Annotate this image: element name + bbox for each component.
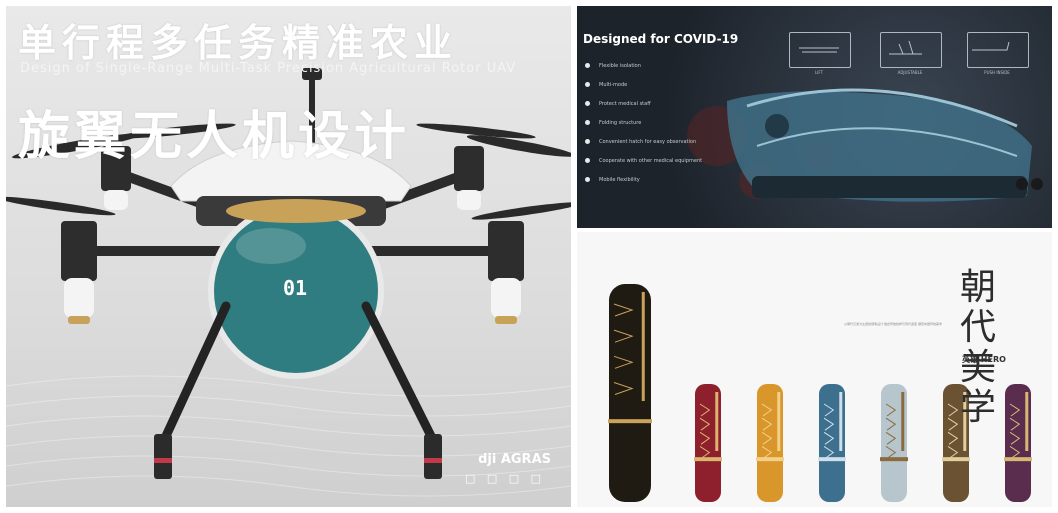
feature-item: Mobile flexibility — [585, 170, 702, 189]
pen-brand: 英雄 HERO — [962, 355, 1006, 364]
dji-logo-sub2: □ □ □ □ — [464, 472, 545, 485]
feature-item: Protect medical staff — [585, 94, 702, 113]
bullet-icon — [585, 177, 590, 182]
dji-logo-sub: AGRAS — [500, 452, 551, 467]
feature-item: Flexible isolation — [585, 56, 702, 75]
bullet-icon — [585, 63, 590, 68]
pen-3 — [756, 384, 784, 502]
feature-text: Multi-mode — [599, 81, 628, 88]
feature-item: Folding structure — [585, 113, 702, 132]
drone-design-panel: 单行程多任务精准农业 Design of Single-Range Multi-… — [6, 6, 571, 507]
feature-text: Folding structure — [599, 119, 642, 126]
pen-2 — [694, 384, 722, 502]
drone-title-line1: 单行程多任务精准农业 — [18, 20, 459, 65]
drone-title-line2: 旋翼无人机设计 — [18, 106, 411, 167]
drone-badge-number: 01 — [283, 276, 308, 300]
mode-box-lift — [789, 32, 851, 68]
mode-box-adjustable — [880, 32, 942, 68]
drone-subtitle-en: Design of Single-Range Multi-Task Precis… — [20, 61, 517, 76]
feature-item: Multi-mode — [585, 75, 702, 94]
mode-label-adjustable: ADJUSTABLE — [897, 70, 923, 75]
covid-pod-panel: Designed for COVID-19 Flexible isolation… — [577, 6, 1052, 228]
mode-label-push-inside: PUSH INSIDE — [984, 70, 1010, 75]
dji-logo-text: dji — [478, 452, 497, 467]
covid-title: Designed for COVID-19 — [583, 32, 739, 46]
feature-text: Protect medical staff — [599, 100, 651, 107]
feature-text: Flexible isolation — [599, 62, 641, 69]
feature-item: Cooperate with other medical equipment — [585, 151, 702, 170]
bullet-icon — [585, 139, 590, 144]
feature-item: Convenient hatch for easy observation — [585, 132, 702, 151]
pen-design-panel: 以朝代元素为主题的钢笔设计 融合传统纹样与现代造型 展现中国传统美学 朝代美学 … — [577, 232, 1052, 507]
bullet-icon — [585, 120, 590, 125]
pen-description: 以朝代元素为主题的钢笔设计 融合传统纹样与现代造型 展现中国传统美学 — [844, 322, 942, 326]
bullet-icon — [585, 101, 590, 106]
bullet-icon — [585, 82, 590, 87]
feature-text: Mobile flexibility — [599, 176, 640, 183]
feature-text: Cooperate with other medical equipment — [599, 157, 703, 164]
pen-title: 朝代美学 — [960, 267, 999, 428]
bullet-icon — [585, 158, 590, 163]
feature-text: Convenient hatch for easy observation — [599, 138, 697, 145]
mode-box-push-inside — [967, 32, 1029, 68]
mode-label-lift: LIFT — [814, 70, 824, 75]
covid-feature-list: Flexible isolation Multi-mode Protect me… — [585, 56, 702, 189]
dji-logo: dji AGRAS — [478, 452, 551, 467]
pen-5 — [880, 384, 908, 502]
drone-illustration — [6, 68, 571, 497]
pen-1 — [608, 284, 652, 502]
pen-4 — [818, 384, 846, 502]
